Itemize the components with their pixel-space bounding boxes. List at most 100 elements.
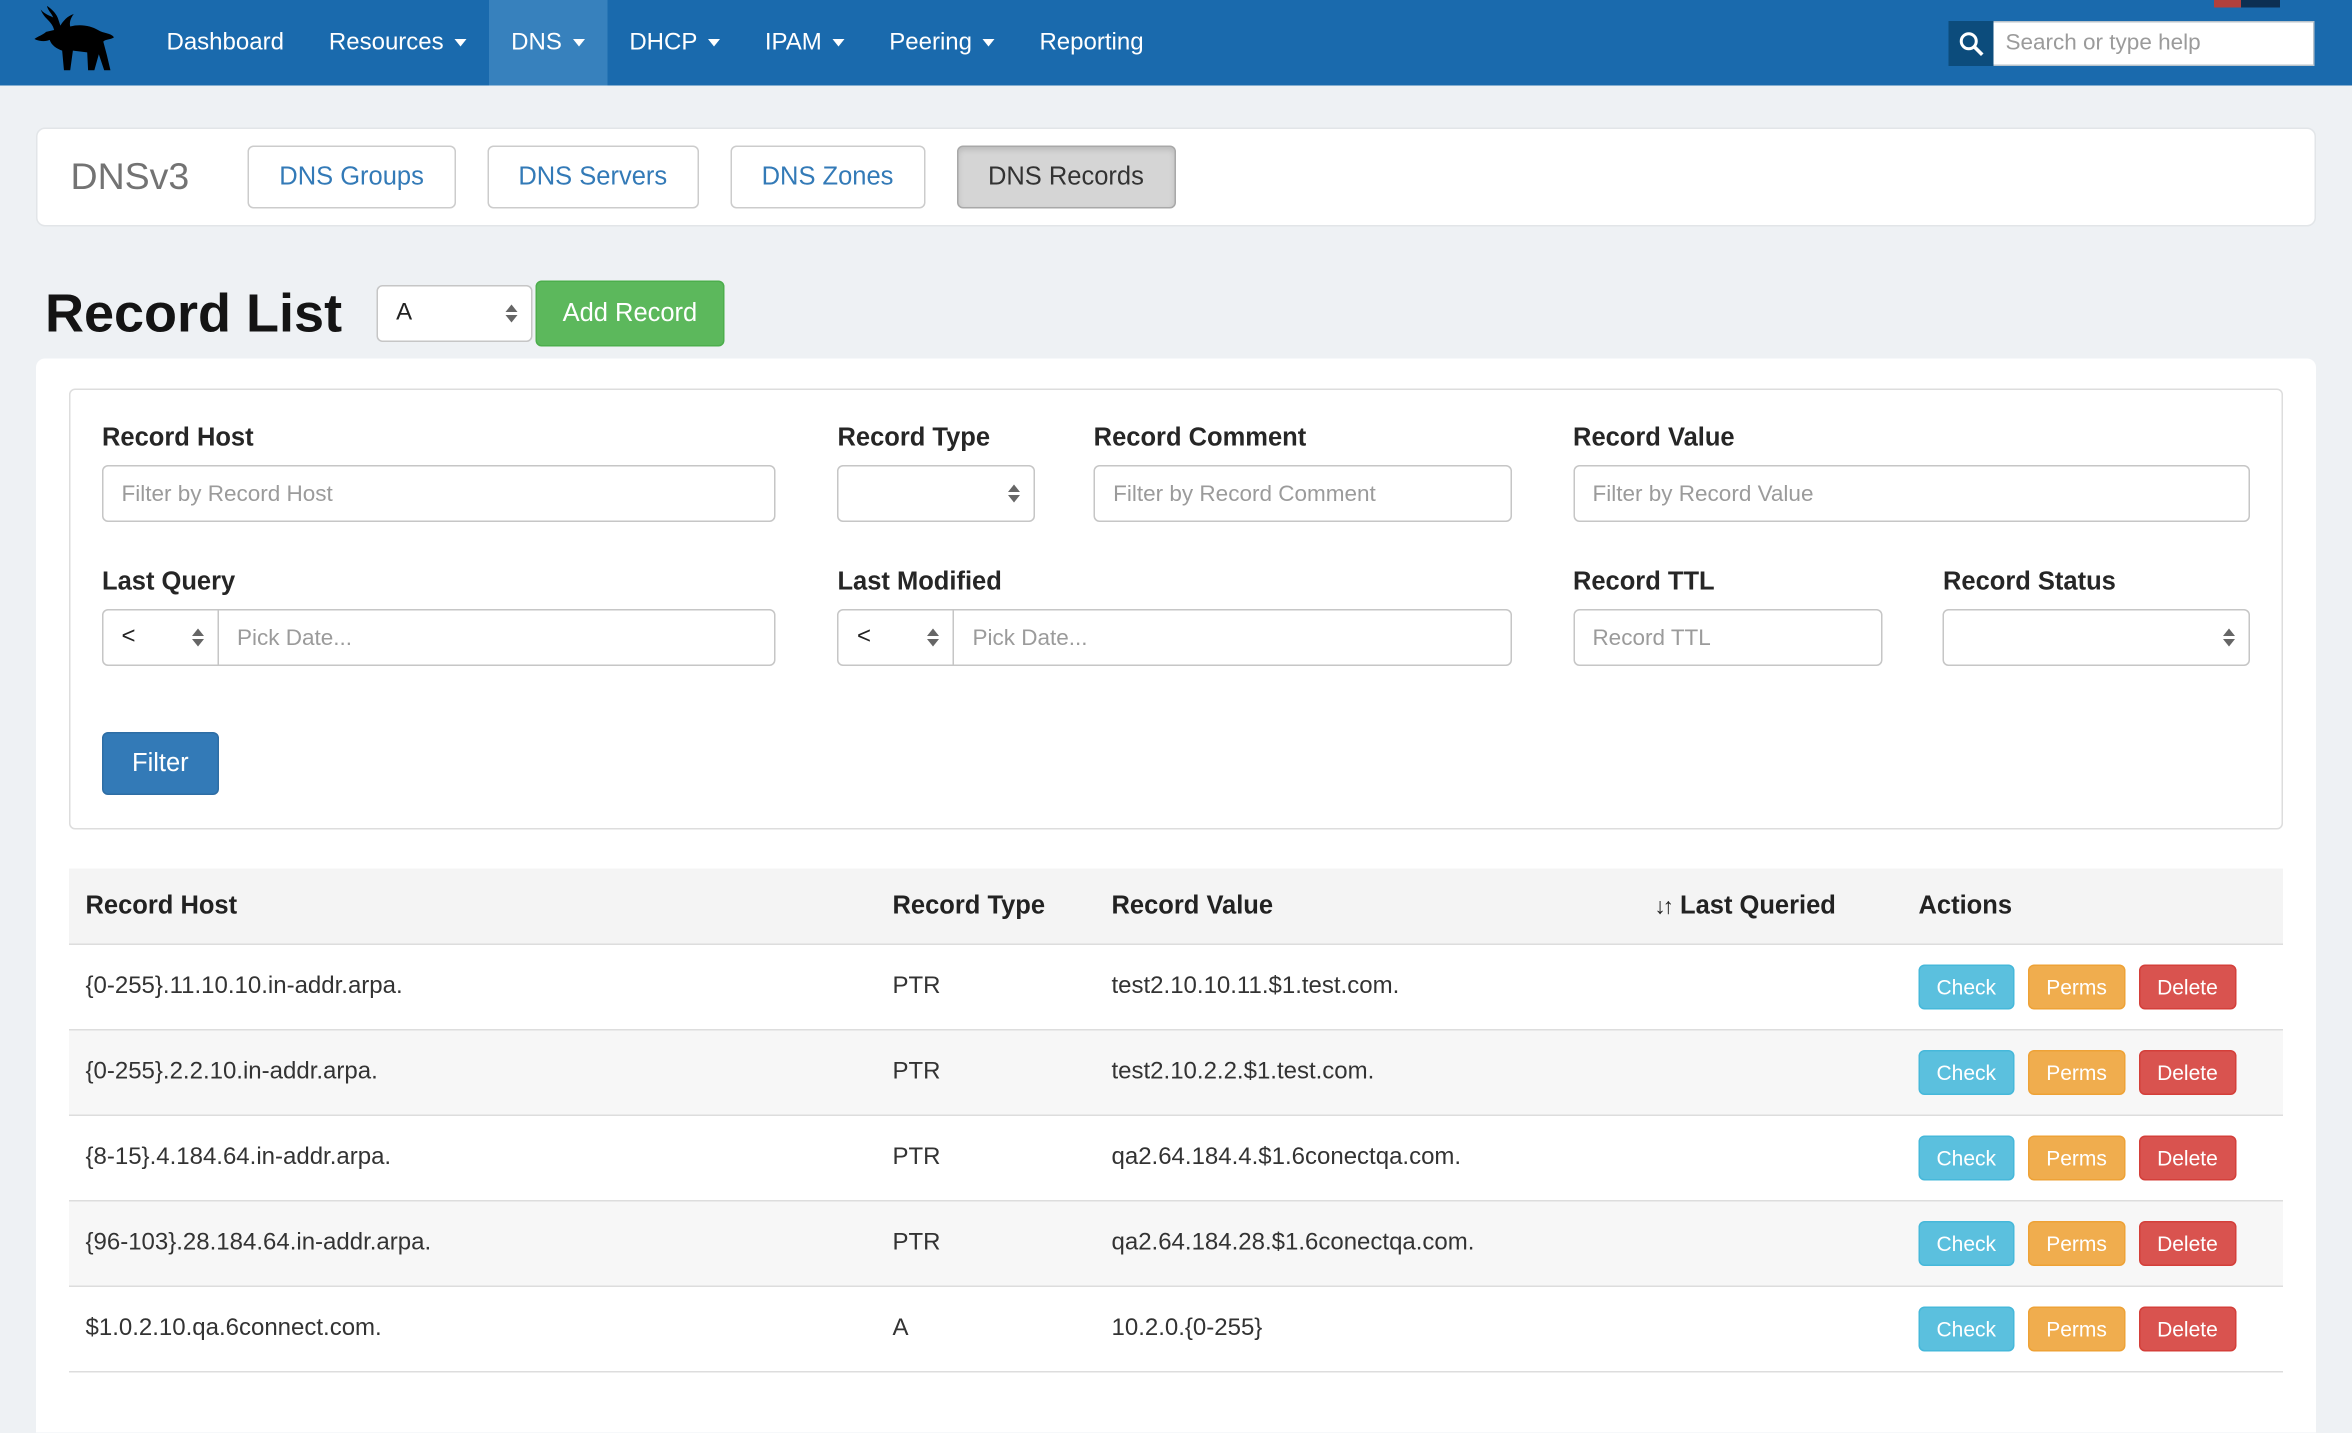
record-host-cell: $1.0.2.10.qa.6connect.com. [69,1286,893,1372]
perms-button[interactable]: Perms [2028,965,2125,1010]
nav-item-reporting[interactable]: Reporting [1017,0,1166,86]
record-value-filter-input[interactable] [1573,465,2250,522]
record-list-header: Record List A Add Record [45,281,2316,347]
delete-button[interactable]: Delete [2139,965,2236,1010]
page: Dashboard Resources DNS DHCP IPAM Peerin… [0,0,2352,1337]
actions-cell: Check Perms Delete [1919,1115,2284,1201]
record-status-filter-select[interactable] [1943,609,2250,666]
last-query-operator-select[interactable]: < [102,609,219,666]
record-value-label: Record Value [1573,423,2250,453]
subnav-title: DNSv3 [71,155,190,199]
nav-item-dhcp[interactable]: DHCP [607,0,743,86]
dns-subnav: DNSv3 DNS Groups DNS Servers DNS Zones D… [36,128,2316,227]
nav-item-peering[interactable]: Peering [867,0,1017,86]
record-ttl-label: Record TTL [1573,567,1883,597]
record-status-label: Record Status [1943,567,2250,597]
nav-item-ipam[interactable]: IPAM [742,0,866,86]
caret-down-icon [832,39,844,47]
app-logo[interactable] [0,0,144,86]
check-button[interactable]: Check [1919,1221,2015,1266]
record-host-cell: {96-103}.28.184.64.in-addr.arpa. [69,1201,893,1287]
record-ttl-filter-input[interactable] [1573,609,1883,666]
record-value-cell: test2.10.10.11.$1.test.com. [1112,944,1655,1030]
search-icon[interactable] [1949,20,1994,65]
record-type-cell: PTR [893,1030,1112,1116]
sort-icon[interactable]: ↓↑ [1655,894,1672,920]
select-stepper-icon [177,629,204,647]
tab-dns-groups[interactable]: DNS Groups [248,146,456,209]
caret-down-icon [454,39,466,47]
table-row: {96-103}.28.184.64.in-addr.arpa. PTR qa2… [69,1201,2283,1287]
record-comment-filter-input[interactable] [1094,465,1512,522]
search-input[interactable] [1994,20,2315,65]
record-host-cell: {8-15}.4.184.64.in-addr.arpa. [69,1115,893,1201]
record-type-cell: A [893,1286,1112,1372]
last-modified-label: Last Modified [837,567,1511,597]
col-header-record-value[interactable]: Record Value [1112,869,1655,945]
record-type-cell: PTR [893,1115,1112,1201]
select-stepper-icon [491,305,518,323]
perms-button[interactable]: Perms [2028,1050,2125,1095]
table-row: {0-255}.11.10.10.in-addr.arpa. PTR test2… [69,944,2283,1030]
table-row: {0-255}.2.2.10.in-addr.arpa. PTR test2.1… [69,1030,2283,1116]
filter-button[interactable]: Filter [102,732,219,795]
nav-item-resources[interactable]: Resources [306,0,488,86]
select-stepper-icon [2208,629,2235,647]
add-record-button[interactable]: Add Record [536,281,725,347]
check-button[interactable]: Check [1919,1136,2015,1181]
record-value-cell: 10.2.0.{0-255} [1112,1286,1655,1372]
record-host-cell: {0-255}.2.2.10.in-addr.arpa. [69,1030,893,1116]
actions-cell: Check Perms Delete [1919,1030,2284,1116]
check-button[interactable]: Check [1919,965,2015,1010]
perms-button[interactable]: Perms [2028,1221,2125,1266]
actions-cell: Check Perms Delete [1919,1201,2284,1287]
perms-button[interactable]: Perms [2028,1136,2125,1181]
delete-button[interactable]: Delete [2139,1136,2236,1181]
delete-button[interactable]: Delete [2139,1221,2236,1266]
records-table: Record Host Record Type Record Value ↓↑L… [69,869,2283,1373]
record-host-label: Record Host [102,423,776,453]
last-modified-date-input[interactable] [953,609,1511,666]
tab-dns-servers[interactable]: DNS Servers [487,146,699,209]
record-host-cell: {0-255}.11.10.10.in-addr.arpa. [69,944,893,1030]
perms-button[interactable]: Perms [2028,1307,2125,1352]
filter-panel: Record Host Record Type Record Comment R… [69,389,2283,830]
check-button[interactable]: Check [1919,1050,2015,1095]
tab-dns-zones[interactable]: DNS Zones [730,146,925,209]
global-search [1949,20,2315,65]
col-header-actions: Actions [1919,869,2284,945]
record-value-cell: qa2.64.184.4.$1.6conectqa.com. [1112,1115,1655,1201]
table-row: {8-15}.4.184.64.in-addr.arpa. PTR qa2.64… [69,1115,2283,1201]
last-queried-cell [1655,1030,1919,1116]
last-query-date-input[interactable] [218,609,776,666]
main-nav: Dashboard Resources DNS DHCP IPAM Peerin… [144,0,1166,86]
col-header-record-type[interactable]: Record Type [893,869,1112,945]
delete-button[interactable]: Delete [2139,1050,2236,1095]
nav-item-dashboard[interactable]: Dashboard [144,0,306,86]
tab-dns-records[interactable]: DNS Records [956,146,1175,209]
table-header-row: Record Host Record Type Record Value ↓↑L… [69,869,2283,945]
record-type-cell: PTR [893,944,1112,1030]
table-row: $1.0.2.10.qa.6connect.com. A 10.2.0.{0-2… [69,1286,2283,1372]
record-type-cell: PTR [893,1201,1112,1287]
select-stepper-icon [912,629,939,647]
check-button[interactable]: Check [1919,1307,2015,1352]
nav-item-dns[interactable]: DNS [489,0,607,86]
last-queried-cell [1655,944,1919,1030]
col-header-record-host[interactable]: Record Host [69,869,893,945]
page-title: Record List [45,281,342,347]
record-type-select[interactable]: A [377,285,533,342]
record-host-filter-input[interactable] [102,465,776,522]
records-panel: Record Host Record Type Record Comment R… [36,359,2316,1433]
clipped-topright-element [2214,0,2280,8]
last-modified-operator-select[interactable]: < [837,609,954,666]
last-query-label: Last Query [102,567,776,597]
last-queried-cell [1655,1286,1919,1372]
top-navbar: Dashboard Resources DNS DHCP IPAM Peerin… [0,0,2352,86]
delete-button[interactable]: Delete [2139,1307,2236,1352]
actions-cell: Check Perms Delete [1919,944,2284,1030]
col-header-last-queried[interactable]: ↓↑Last Queried [1655,869,1919,945]
caret-down-icon [982,39,994,47]
caret-down-icon [708,39,720,47]
record-type-filter-select[interactable] [837,465,1035,522]
